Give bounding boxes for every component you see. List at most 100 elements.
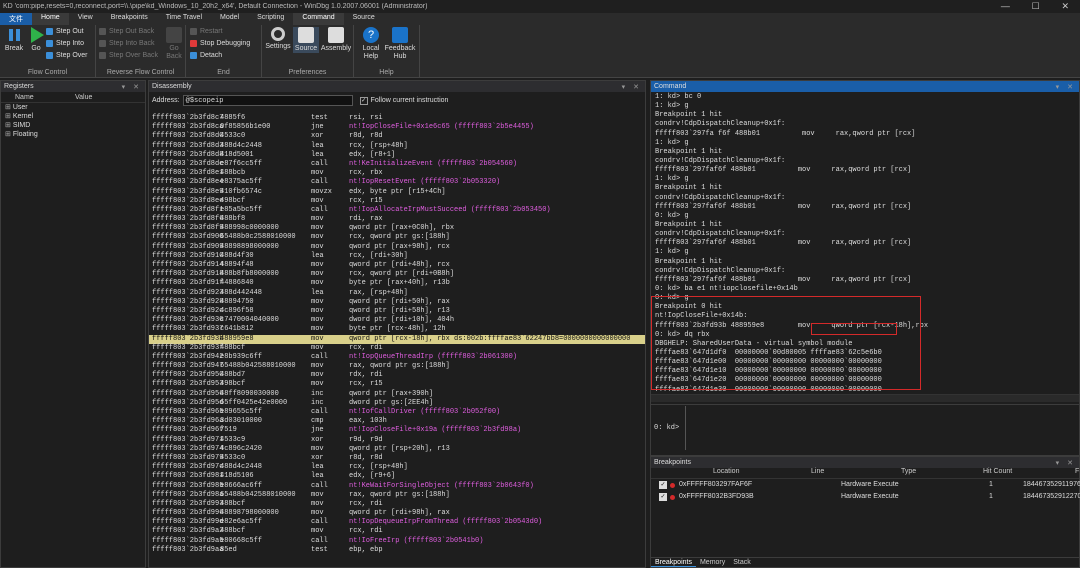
restart-button[interactable]: Restart: [190, 28, 223, 35]
expand-icon[interactable]: ⊞: [5, 113, 13, 120]
expand-icon[interactable]: ⊞: [5, 131, 13, 138]
assembly-button[interactable]: Assembly: [320, 27, 352, 53]
tab-source[interactable]: Source: [344, 13, 384, 25]
detach-button[interactable]: Detach: [190, 52, 222, 59]
register-group[interactable]: ⊞ Floating: [1, 130, 145, 139]
disasm-row[interactable]: fffff803`2b3fd956 48ff8090030000 inc qword …: [149, 390, 645, 399]
pane-controls[interactable]: ▾ ✕: [122, 83, 145, 91]
minimize-icon[interactable]: —: [1001, 1, 1010, 12]
current-instruction-row[interactable]: fffff803`2b3fd93b 488959e8 mov qword ptr [r…: [149, 334, 645, 344]
tab-home[interactable]: Home: [32, 13, 69, 25]
disasm-row[interactable]: fffff803`2b3fd8ca 0f85856b1e00 jne nt!IopCl…: [149, 123, 645, 132]
disasm-row[interactable]: fffff803`2b3fd965 e89655c5ff call nt!IofCal…: [149, 408, 645, 417]
source-button[interactable]: Source: [293, 27, 319, 53]
disasm-row[interactable]: fffff803`2b3fd981 418d5106 lea edx, [r9+6]: [149, 472, 645, 481]
address-input[interactable]: @$scopeip: [182, 95, 353, 106]
disasm-row[interactable]: fffff803`2b3fd8e9 410fb6574c movzx edx, byt…: [149, 188, 645, 197]
disasm-row[interactable]: fffff803`2b3fd985 e8666ac6ff call nt!KeWait…: [149, 482, 645, 491]
disasm-row[interactable]: fffff803`2b3fd942 e8b939c6ff call nt!IopQue…: [149, 353, 645, 362]
disasm-row[interactable]: fffff803`2b3fd8dc e87f6cc5ff call nt!KeInit…: [149, 160, 645, 169]
tab-scripting[interactable]: Scripting: [248, 13, 293, 25]
disasm-row[interactable]: fffff803`2b3fd923 488d442448 lea rax, [rsp+…: [149, 289, 645, 298]
disasm-row[interactable]: fffff803`2b3fd8f6 488bf8 mov rdi, rax: [149, 215, 645, 224]
disasm-row[interactable]: fffff803`2b3fd900 65488b0c2588010000 mov rc…: [149, 233, 645, 242]
disasm-row[interactable]: fffff803`2b3fd99d e82e6ac5ff call nt!IopDeq…: [149, 518, 645, 527]
break-button[interactable]: Break: [4, 27, 24, 53]
disasm-row[interactable]: fffff803`2b3fd918 488b8fb8000000 mov rcx, q…: [149, 270, 645, 279]
disasm-row[interactable]: fffff803`2b3fd97c 488d4c2448 lea rcx, [rsp+…: [149, 463, 645, 472]
disasm-row[interactable]: fffff803`2b3fd8c7 4885f6 test rsi, rsi: [149, 114, 645, 123]
tab-model[interactable]: Model: [211, 13, 248, 25]
tab-memory[interactable]: Memory: [696, 559, 729, 566]
step-over-button[interactable]: Step Over: [46, 52, 88, 59]
disasm-row[interactable]: fffff803`2b3fd8d0 4533c0 xor r8d, r8d: [149, 132, 645, 141]
disasm-row[interactable]: fffff803`2b3fd95d 65ff0425e42e0000 inc dwor…: [149, 399, 645, 408]
step-into-back-button[interactable]: Step Into Back: [99, 40, 155, 47]
disasm-row[interactable]: fffff803`2b3fd937 c641b812 mov byte ptr [rc…: [149, 325, 645, 334]
disasm-row[interactable]: fffff803`2b3fd91f 44886840 mov byte ptr [ra…: [149, 279, 645, 288]
command-input-area[interactable]: 0: kd>: [651, 404, 1079, 451]
disasm-row[interactable]: fffff803`2b3fd9a2 488bcf mov rcx, rdi: [149, 527, 645, 536]
pane-controls[interactable]: ▾ ✕: [1056, 459, 1079, 467]
step-into-button[interactable]: Step Into: [46, 40, 84, 47]
tab-breakpoints-pane[interactable]: Breakpoints: [651, 559, 696, 567]
follow-checkbox[interactable]: ✓: [359, 96, 368, 105]
disasm-row[interactable]: fffff803`2b3fd996 48898798000000 mov qword …: [149, 509, 645, 518]
tab-command[interactable]: Command: [293, 13, 344, 25]
tab-time-travel[interactable]: Time Travel: [157, 13, 211, 25]
instr-operands[interactable]: nt!IopCloseFile+0x1e6c65 (fffff803`2b5e4…: [349, 123, 534, 132]
register-group[interactable]: ⊞ User: [1, 103, 145, 112]
disasm-row[interactable]: fffff803`2b3fd92c 4c896f58 mov qword ptr [r…: [149, 307, 645, 316]
tab-breakpoints[interactable]: Breakpoints: [102, 13, 157, 25]
disasm-row[interactable]: fffff803`2b3fd993 488bcf mov rcx, rdi: [149, 500, 645, 509]
pane-controls[interactable]: ▾ ✕: [622, 83, 645, 91]
disasm-row[interactable]: fffff803`2b3fd8e4 e8375ac5ff call nt!IopRes…: [149, 178, 645, 187]
disasm-row[interactable]: fffff803`2b3fd8f1 e85a5bc5ff call nt!IopAll…: [149, 206, 645, 215]
disasm-row[interactable]: fffff803`2b3fd914 48894f48 mov qword ptr [r…: [149, 261, 645, 270]
command-input[interactable]: [685, 406, 687, 450]
disasm-row[interactable]: fffff803`2b3fd947 65488b042588010000 mov ra…: [149, 362, 645, 371]
tab-file[interactable]: 文件: [0, 13, 32, 25]
expand-icon[interactable]: ⊞: [5, 122, 13, 129]
disasm-row[interactable]: fffff803`2b3fd910 488d4f30 lea rcx, [rdi+30…: [149, 252, 645, 261]
disasm-row[interactable]: fffff803`2b3fd9aa 85ed test ebp, ebp: [149, 546, 645, 555]
instr-operands[interactable]: nt!KeWaitForSingleObject (fffff803`2b064…: [349, 482, 534, 491]
instr-operands[interactable]: nt!IopDequeueIrpFromThread (fffff803`2b0…: [349, 518, 542, 527]
go-button[interactable]: Go: [28, 27, 44, 53]
disasm-row[interactable]: fffff803`2b3fd909 48898898000000 mov qword …: [149, 243, 645, 252]
step-over-back-button[interactable]: Step Over Back: [99, 52, 158, 59]
disasm-row[interactable]: fffff803`2b3fd98a 65488b042588010000 mov ra…: [149, 491, 645, 500]
stop-debugging-button[interactable]: Stop Debugging: [190, 40, 250, 47]
expand-icon[interactable]: ⊞: [5, 104, 13, 111]
settings-button[interactable]: Settings: [264, 27, 292, 51]
disasm-row[interactable]: fffff803`2b3fd953 498bcf mov rcx, r15: [149, 380, 645, 389]
maximize-icon[interactable]: ☐: [1032, 1, 1040, 12]
disasm-row[interactable]: fffff803`2b3fd930 c7470004040000 mov dword …: [149, 316, 645, 325]
instr-operands[interactable]: nt!IopResetEvent (fffff803`2b053320): [349, 178, 500, 187]
local-help-button[interactable]: ? Local Help: [358, 27, 384, 61]
disasm-row[interactable]: fffff803`2b3fd928 48894750 mov qword ptr [r…: [149, 298, 645, 307]
disasm-row[interactable]: fffff803`2b3fd8d3 488d4c2448 lea rcx, [rsp+…: [149, 142, 645, 151]
disasm-row[interactable]: fffff803`2b3fd9a5 e80668c5ff call nt!IoFree…: [149, 537, 645, 546]
instr-operands[interactable]: nt!IofCallDriver (fffff803`2b052f00): [349, 408, 500, 417]
register-group[interactable]: ⊞ Kernel: [1, 112, 145, 121]
step-out-back-button[interactable]: Step Out Back: [99, 28, 154, 35]
disasm-row[interactable]: fffff803`2b3fd8f9 488998c0000000 mov qword …: [149, 224, 645, 233]
feedback-hub-button[interactable]: Feedback Hub: [384, 27, 416, 61]
breakpoint-enabled-checkbox[interactable]: ✓: [659, 493, 667, 501]
disasm-row[interactable]: fffff803`2b3fd8e1 488bcb mov rcx, rbx: [149, 169, 645, 178]
disasm-row[interactable]: fffff803`2b3fd971 4533c9 xor r9d, r9d: [149, 436, 645, 445]
close-icon[interactable]: ✕: [1062, 1, 1070, 12]
instr-operands[interactable]: nt!IopCloseFile+0x19a (fffff803`2b3fd98a…: [349, 426, 521, 435]
instr-operands[interactable]: nt!KeInitializeEvent (fffff803`2b054560): [349, 160, 517, 169]
disasm-row[interactable]: fffff803`2b3fd96f 7519 jne nt!IopCloseFile+…: [149, 426, 645, 435]
go-back-button[interactable]: Go Back: [164, 27, 184, 61]
instr-operands[interactable]: nt!IopAllocateIrpMustSucceed (fffff803`2…: [349, 206, 551, 215]
tab-stack[interactable]: Stack: [729, 559, 755, 566]
breakpoint-enabled-checkbox[interactable]: ✓: [659, 481, 667, 489]
step-out-button[interactable]: Step Out: [46, 28, 84, 35]
pane-controls[interactable]: ▾ ✕: [1056, 83, 1079, 91]
disasm-row[interactable]: fffff803`2b3fd979 4533c0 xor r8d, r8d: [149, 454, 645, 463]
breakpoint-row[interactable]: ✓ 0xFFFFF803297FAF6F Hardware Execute 1 1844…: [651, 479, 1080, 491]
breakpoint-row[interactable]: ✓ 0xFFFFF8032B3FD93B Hardware Execute 1 1844…: [651, 491, 1080, 503]
